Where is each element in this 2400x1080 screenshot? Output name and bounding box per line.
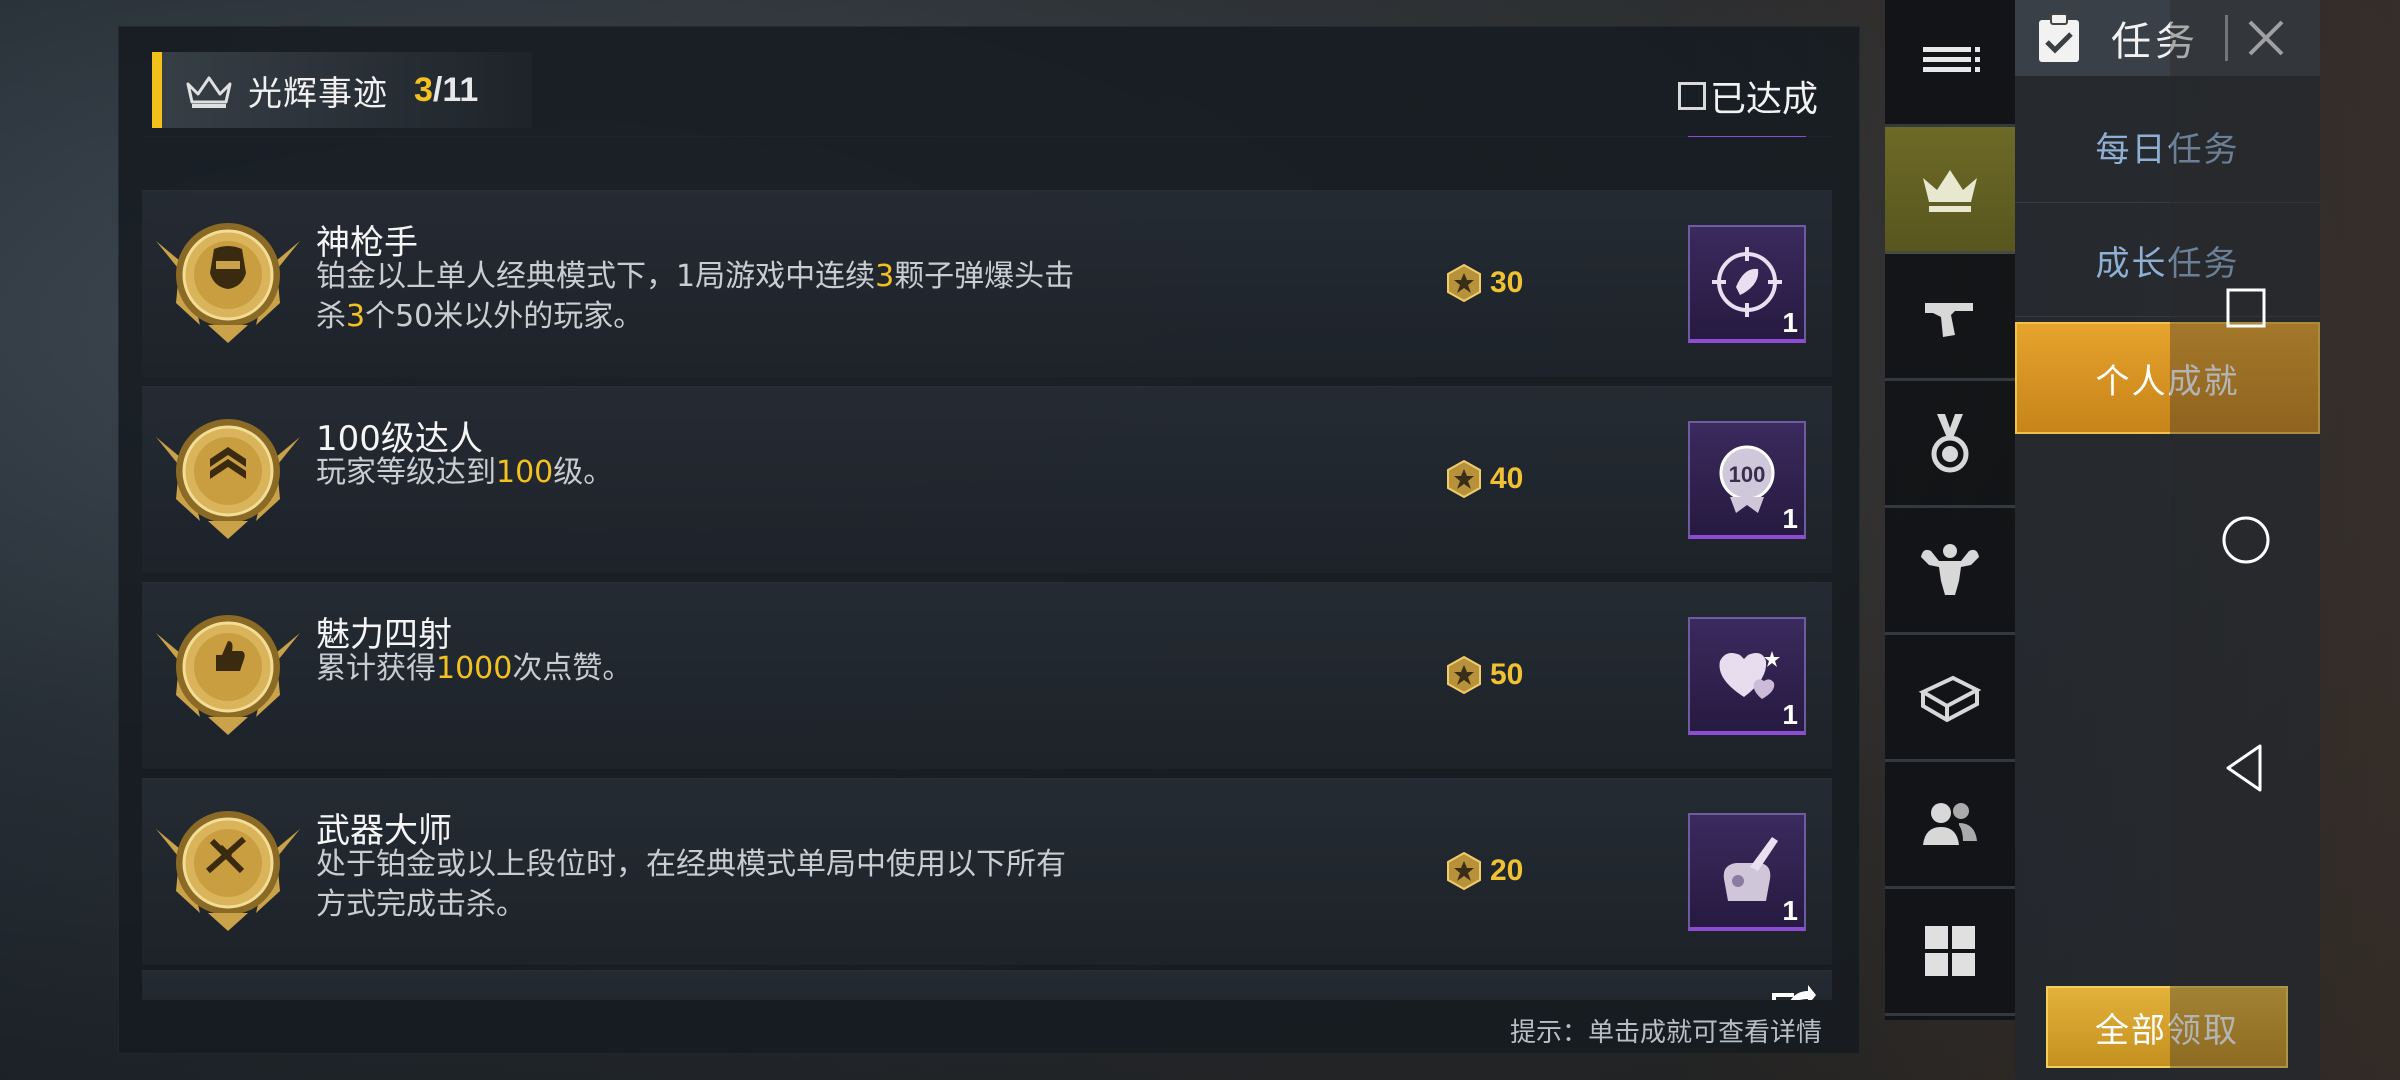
hint-text: 提示：单击成就可查看详情 <box>1510 1018 1823 1048</box>
points-badge-icon <box>1447 263 1481 303</box>
reward-item[interactable]: 1 <box>1688 617 1806 735</box>
achievement-medal-icon <box>156 615 300 735</box>
reward-quantity: 1 <box>1782 699 1798 730</box>
category-fitness[interactable] <box>1885 508 2015 635</box>
panel-title: 光辉事迹 <box>248 73 388 114</box>
pistol-icon <box>1925 303 1973 337</box>
crown-icon <box>1923 170 1977 212</box>
points-value: 20 <box>1490 854 1524 887</box>
reward-quantity: 1 <box>1782 307 1798 338</box>
panel-header: 光辉事迹 3/11 <box>152 52 532 128</box>
points-badge-icon <box>1447 655 1481 695</box>
list-item-partial[interactable] <box>142 970 1832 1000</box>
achievement-points: 50 <box>1444 655 1523 695</box>
achievement-row[interactable]: 魅力四射 累计获得1000次点赞。 50 1 <box>142 582 1832 769</box>
crosshair-bullet-icon <box>1712 247 1782 317</box>
count-total: /11 <box>432 70 479 109</box>
achievement-list[interactable]: 神枪手 铂金以上单人经典模式下，1局游戏中连续3颗子弹爆头击杀3个50米以外的玩家… <box>142 136 1832 1000</box>
achievement-description: 处于铂金或以上段位时，在经典模式单局中使用以下所有方式完成击杀。 <box>316 847 1066 922</box>
reward-item[interactable]: 1 <box>1688 225 1806 343</box>
achievement-medal-icon <box>156 811 300 931</box>
grid-icon <box>1925 926 1975 976</box>
achievement-row[interactable]: 100级达人 玩家等级达到100级。 40 100 1 <box>142 386 1832 573</box>
category-social[interactable] <box>1885 762 2015 889</box>
muscle-icon <box>1921 544 1979 595</box>
category-glory[interactable] <box>1885 127 2015 254</box>
reward-item[interactable]: 100 1 <box>1688 421 1806 539</box>
weapon-pack-icon <box>1723 837 1778 901</box>
achievement-points: 40 <box>1444 459 1523 499</box>
category-more[interactable] <box>1885 889 2015 1016</box>
category-menu[interactable] <box>1885 0 2015 127</box>
level-100-badge-icon: 100 <box>1719 445 1775 513</box>
category-supplies[interactable] <box>1885 635 2015 762</box>
points-value: 40 <box>1490 462 1524 495</box>
category-medals[interactable] <box>1885 381 2015 508</box>
crown-icon <box>186 76 232 108</box>
achievement-description: 累计获得1000次点赞。 <box>316 651 633 686</box>
share-icon[interactable] <box>1768 981 1818 1000</box>
achievement-points: 20 <box>1444 851 1523 891</box>
achieved-checkbox[interactable] <box>1678 82 1706 110</box>
system-nav-bar <box>2170 0 2400 1080</box>
clipboard-icon <box>2039 13 2079 62</box>
category-sidebar <box>1885 0 2015 1020</box>
reward-bar <box>1688 136 1806 137</box>
points-badge-icon <box>1447 851 1481 891</box>
achievement-row[interactable]: 武器大师 处于铂金或以上段位时，在经典模式单局中使用以下所有方式完成击杀。 20 1 <box>142 778 1832 965</box>
category-weapons[interactable] <box>1885 254 2015 381</box>
reward-item[interactable]: 1 <box>1688 813 1806 931</box>
achievement-medal-icon <box>156 419 300 539</box>
reward-quantity: 1 <box>1782 503 1798 534</box>
recent-apps-icon[interactable] <box>2210 272 2282 344</box>
medal-icon <box>1931 414 1969 473</box>
svg-text:100: 100 <box>1729 462 1766 487</box>
achieved-filter[interactable]: 已达成 <box>1678 70 1818 122</box>
reward-quantity: 1 <box>1782 895 1798 926</box>
home-icon[interactable] <box>2210 504 2282 576</box>
points-value: 50 <box>1490 658 1524 691</box>
points-value: 30 <box>1490 266 1524 299</box>
achievement-row[interactable]: 神枪手 铂金以上单人经典模式下，1局游戏中连续3颗子弹爆头击杀3个50米以外的玩家… <box>142 190 1832 377</box>
achievement-description: 玩家等级达到100级。 <box>316 455 614 490</box>
crate-icon <box>1918 675 1982 723</box>
list-icon <box>1923 47 1980 72</box>
friends-icon <box>1923 803 1977 845</box>
achievement-points: 30 <box>1444 263 1523 303</box>
back-icon[interactable] <box>2210 732 2282 804</box>
achievement-description: 铂金以上单人经典模式下，1局游戏中连续3颗子弹爆头击杀3个50米以外的玩家。 <box>316 259 1075 334</box>
achievement-count: 3/11 <box>414 71 478 110</box>
achievement-medal-icon <box>156 223 300 343</box>
achieved-filter-label: 已达成 <box>1710 79 1819 120</box>
list-item-partial[interactable] <box>142 136 1832 137</box>
points-badge-icon <box>1447 459 1481 499</box>
count-current: 3 <box>414 70 433 109</box>
hearts-icon <box>1719 651 1780 699</box>
